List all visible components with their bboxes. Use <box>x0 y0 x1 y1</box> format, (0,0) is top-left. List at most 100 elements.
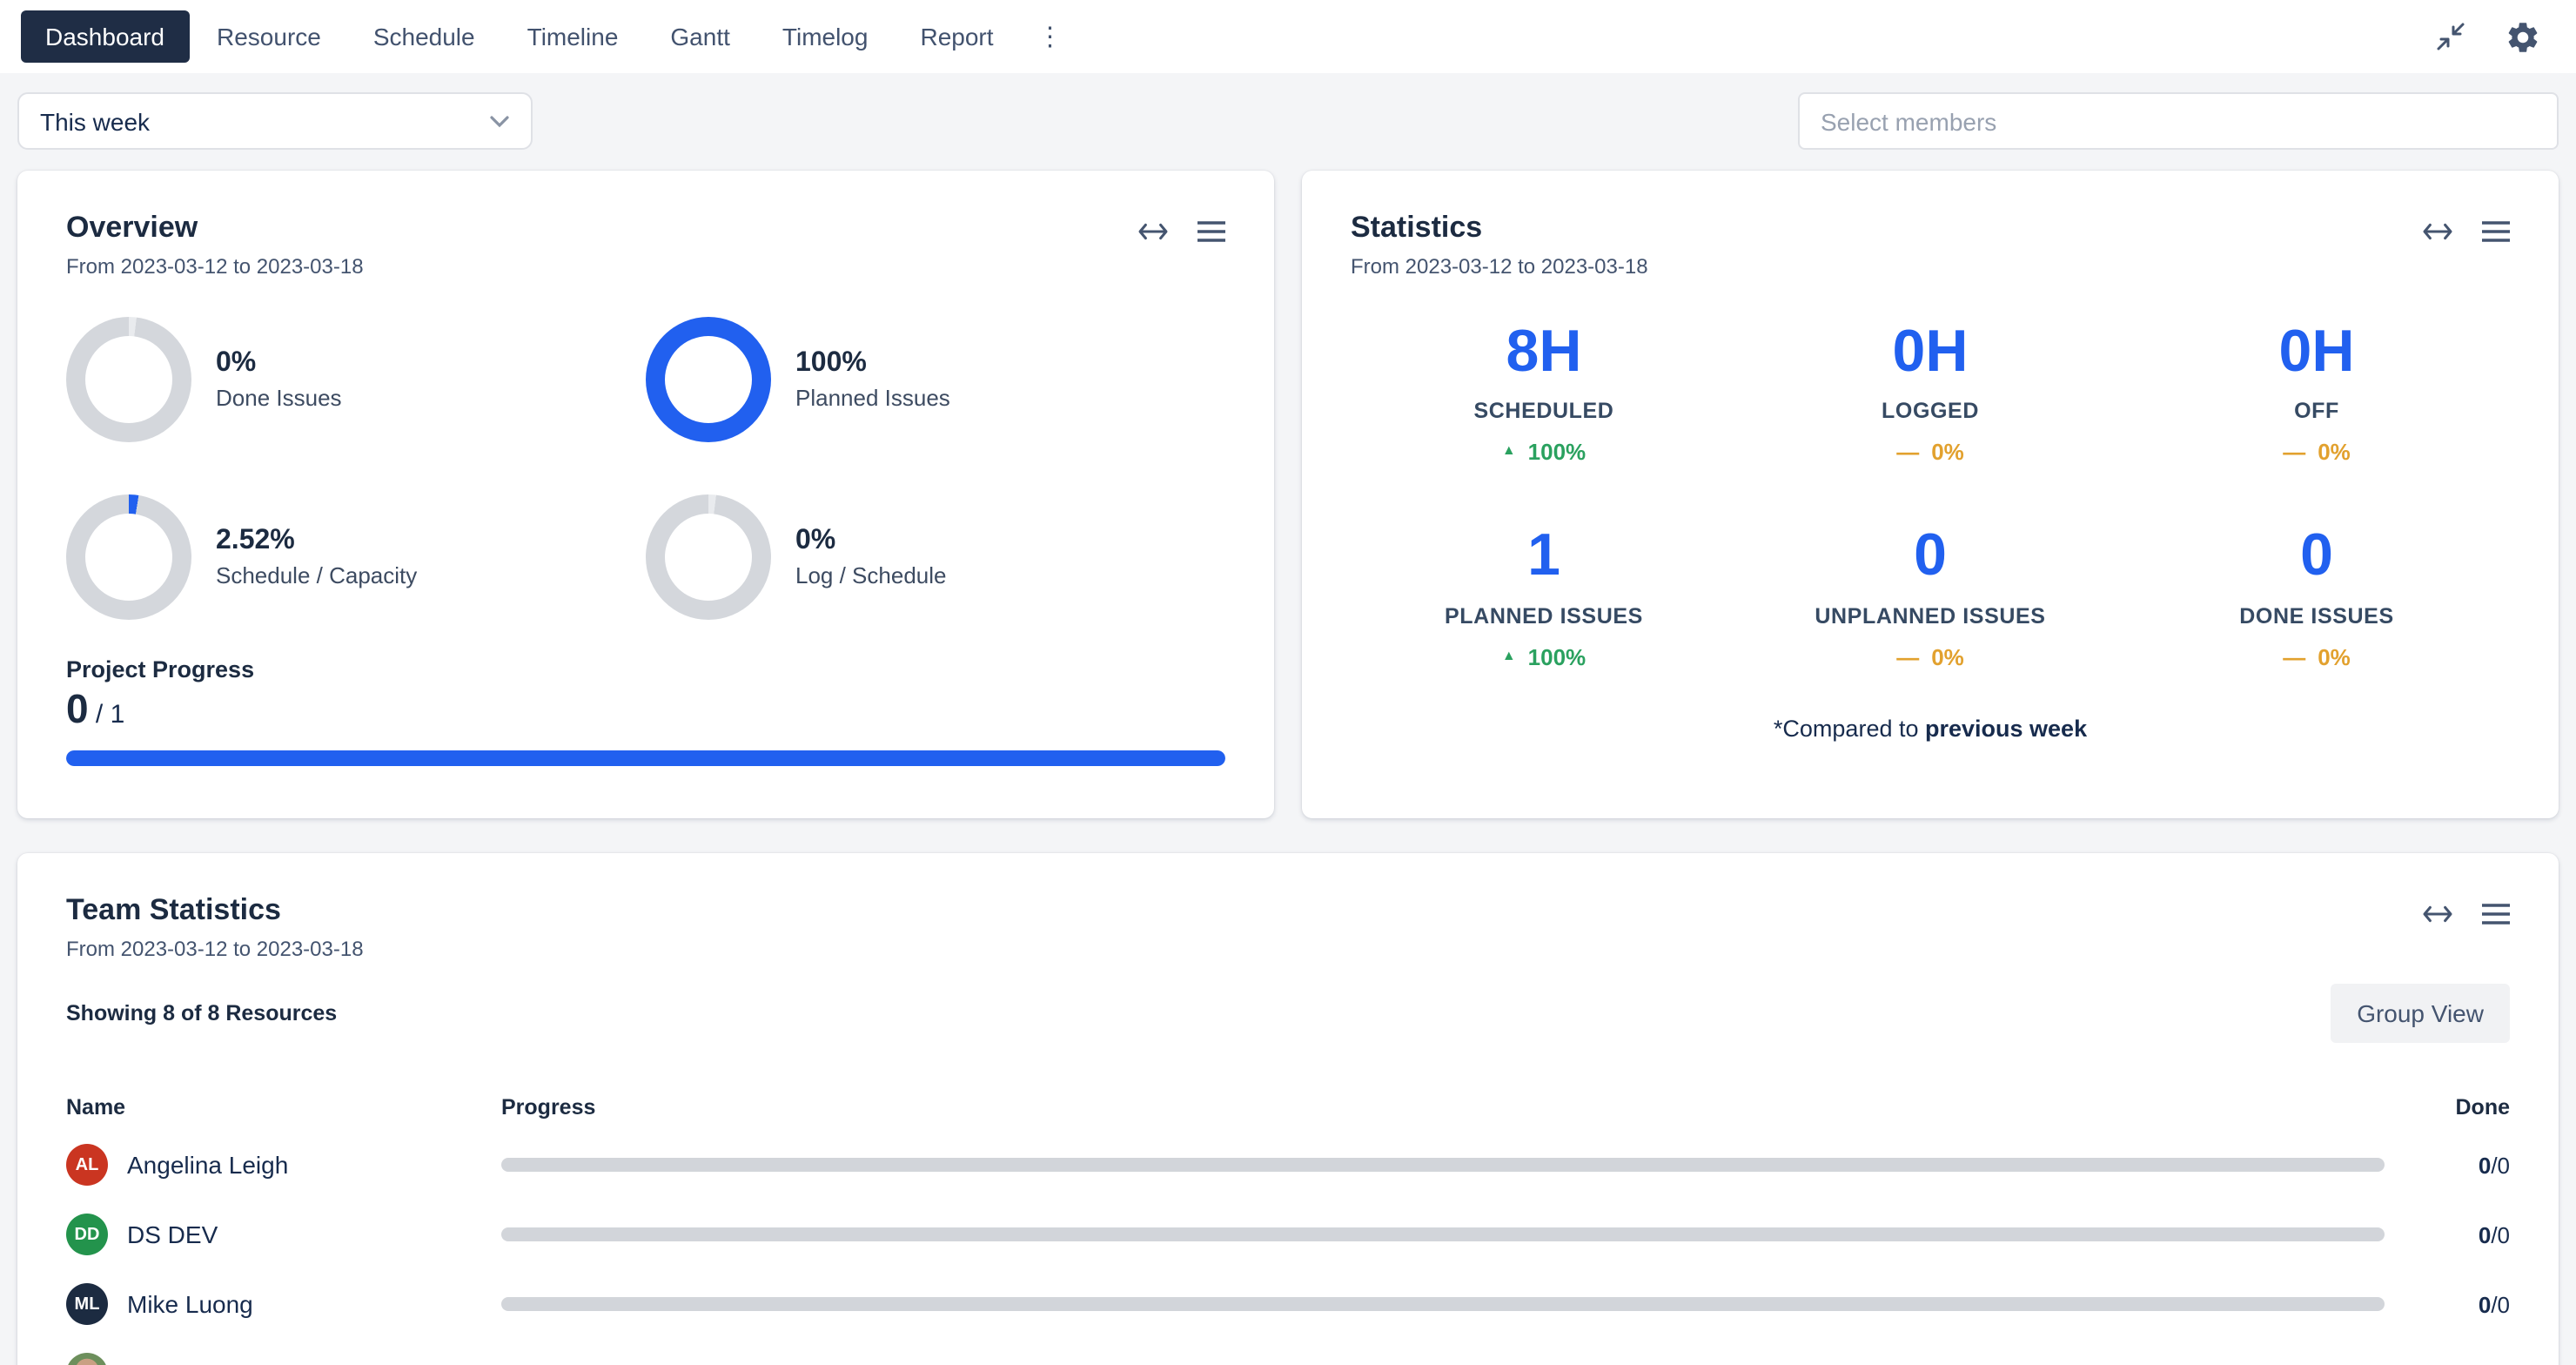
settings-gear-icon[interactable] <box>2505 18 2541 55</box>
tab-schedule[interactable]: Schedule <box>349 10 500 63</box>
statistics-title: Statistics <box>1351 211 1648 245</box>
team-row: Team Statistics From 2023-03-12 to 2023-… <box>0 818 2576 1365</box>
table-row[interactable]: DD DS DEV 0/0 <box>66 1200 2510 1269</box>
group-view-button[interactable]: Group View <box>2331 984 2510 1043</box>
stat-label: LOGGED <box>1737 400 2123 424</box>
avatar: AL <box>66 1144 108 1186</box>
team-table: Name Progress Done AL Angelina Leigh 0/0… <box>66 1085 2510 1365</box>
stat-trend: — 0% <box>2123 440 2510 466</box>
tab-report[interactable]: Report <box>896 10 1017 63</box>
table-row[interactable]: SN Shin Nagasada 0/0 <box>66 1339 2510 1365</box>
tab-resource[interactable]: Resource <box>192 10 345 63</box>
stat-delta: 100% <box>1528 644 1587 670</box>
resource-progress-bar <box>501 1227 2385 1241</box>
top-nav: Dashboard Resource Schedule Timeline Gan… <box>0 0 2576 73</box>
stat-unplanned-issues: 0 UNPLANNED ISSUES — 0% <box>1737 525 2123 670</box>
project-progress-count: 0 / 1 <box>66 686 1225 733</box>
tab-timelog[interactable]: Timelog <box>758 10 893 63</box>
resource-progress-bar <box>501 1158 2385 1172</box>
showing-resources-text: Showing 8 of 8 Resources <box>66 1001 337 1025</box>
done-count: 0 <box>2479 1291 2491 1317</box>
stat-label: UNPLANNED ISSUES <box>1737 604 2123 629</box>
resource-name: DS DEV <box>127 1220 218 1248</box>
select-members-input[interactable] <box>1798 92 2559 150</box>
nav-actions <box>2435 18 2555 55</box>
table-header-row: Name Progress Done <box>66 1085 2510 1130</box>
column-name: Name <box>66 1095 501 1120</box>
stat-value: 0H <box>1737 320 2123 386</box>
stat-trend: — 0% <box>1737 644 2123 670</box>
progress-total-count: / 1 <box>89 700 125 730</box>
log-schedule-label: Log / Schedule <box>795 562 946 588</box>
stat-delta: 100% <box>1528 440 1587 466</box>
collapse-icon[interactable] <box>2435 21 2466 52</box>
done-count: 0 <box>2479 1152 2491 1178</box>
trend-flat-icon: — <box>1896 440 1919 466</box>
schedule-capacity-donut-chart <box>66 494 191 620</box>
stat-value: 1 <box>1351 525 1737 590</box>
menu-icon[interactable] <box>2482 904 2510 925</box>
avatar: ML <box>66 1283 108 1325</box>
stat-done-issues: 0 DONE ISSUES — 0% <box>2123 525 2510 670</box>
tab-dashboard[interactable]: Dashboard <box>21 10 189 63</box>
period-select[interactable]: This week <box>17 92 533 150</box>
stat-scheduled: 8H SCHEDULED ▲ 100% <box>1351 320 1737 466</box>
done-total: /0 <box>2491 1361 2510 1365</box>
planned-issues-value: 100% <box>795 348 950 380</box>
stat-label: OFF <box>2123 400 2510 424</box>
donut-log-schedule: 0% Log / Schedule <box>646 494 1225 620</box>
avatar: SN <box>66 1353 108 1365</box>
trend-flat-icon: — <box>2283 644 2305 670</box>
chevron-down-icon <box>489 114 510 128</box>
column-progress: Progress <box>501 1095 2412 1120</box>
done-total: /0 <box>2491 1152 2510 1178</box>
filter-bar: This week <box>0 73 2576 150</box>
team-statistics-card: Team Statistics From 2023-03-12 to 2023-… <box>17 853 2559 1365</box>
tab-timeline[interactable]: Timeline <box>503 10 643 63</box>
team-date-range: From 2023-03-12 to 2023-03-18 <box>66 937 364 961</box>
more-tabs-icon[interactable]: ⋮ <box>1022 14 1079 59</box>
menu-icon[interactable] <box>2482 221 2510 242</box>
overview-card: Overview From 2023-03-12 to 2023-03-18 <box>17 171 1274 818</box>
resource-name: Shin Nagasada <box>127 1360 294 1365</box>
expand-horizontal-icon[interactable] <box>2423 902 2452 926</box>
trend-flat-icon: — <box>2283 440 2305 466</box>
log-schedule-value: 0% <box>795 526 946 557</box>
resource-progress-bar <box>501 1297 2385 1311</box>
statistics-date-range: From 2023-03-12 to 2023-03-18 <box>1351 254 1648 279</box>
log-schedule-donut-chart <box>646 494 771 620</box>
done-total: /0 <box>2491 1221 2510 1247</box>
project-progress-label: Project Progress <box>66 656 1225 682</box>
stat-delta: 0% <box>1931 644 1964 670</box>
statistics-card: Statistics From 2023-03-12 to 2023-03-18… <box>1302 171 2559 818</box>
column-done: Done <box>2412 1095 2510 1120</box>
done-issues-donut-chart <box>66 317 191 442</box>
expand-horizontal-icon[interactable] <box>1138 219 1168 244</box>
nav-tabs: Dashboard Resource Schedule Timeline Gan… <box>21 10 1079 63</box>
trend-up-icon: ▲ <box>1502 648 1516 663</box>
stat-value: 8H <box>1351 320 1737 386</box>
expand-horizontal-icon[interactable] <box>2423 219 2452 244</box>
stat-delta: 0% <box>2318 644 2351 670</box>
stat-trend: ▲ 100% <box>1351 644 1737 670</box>
stat-value: 0 <box>2123 525 2510 590</box>
table-row[interactable]: ML Mike Luong 0/0 <box>66 1269 2510 1339</box>
avatar: DD <box>66 1214 108 1255</box>
stat-label: SCHEDULED <box>1351 400 1737 424</box>
overview-title: Overview <box>66 211 364 245</box>
resource-name: Mike Luong <box>127 1290 253 1318</box>
stat-delta: 0% <box>2318 440 2351 466</box>
stat-value: 0 <box>1737 525 2123 590</box>
stat-trend: — 0% <box>2123 644 2510 670</box>
menu-icon[interactable] <box>1197 221 1225 242</box>
donut-schedule-capacity: 2.52% Schedule / Capacity <box>66 494 646 620</box>
planned-issues-label: Planned Issues <box>795 385 950 411</box>
stat-label: PLANNED ISSUES <box>1351 604 1737 629</box>
resource-name: Angelina Leigh <box>127 1151 288 1179</box>
stat-value: 0H <box>2123 320 2510 386</box>
done-count: 0 <box>2479 1361 2491 1365</box>
stat-trend: ▲ 100% <box>1351 440 1737 466</box>
table-row[interactable]: AL Angelina Leigh 0/0 <box>66 1130 2510 1200</box>
tab-gantt[interactable]: Gantt <box>646 10 755 63</box>
donut-planned-issues: 100% Planned Issues <box>646 317 1225 442</box>
